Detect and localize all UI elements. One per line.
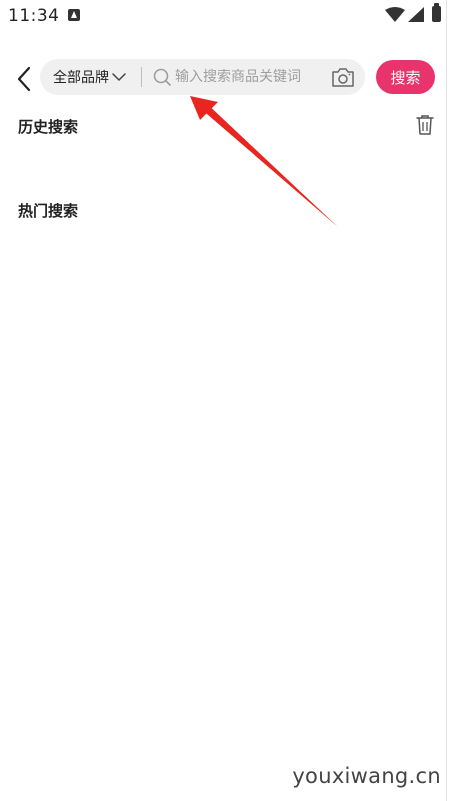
search-button[interactable]: 搜索: [376, 60, 435, 94]
history-search-title: 历史搜索: [18, 118, 79, 136]
watermark: youxiwang.cn: [292, 764, 441, 788]
status-bar: 11:34: [0, 0, 451, 32]
status-time: 11:34: [8, 6, 60, 26]
trash-icon[interactable]: [415, 114, 435, 136]
search-box: 全部品牌: [40, 59, 365, 95]
search-header: 全部品牌 搜索: [0, 58, 451, 98]
search-input[interactable]: [175, 59, 325, 95]
search-icon: [153, 68, 171, 86]
search-divider: [141, 67, 142, 87]
app-notification-icon: [68, 9, 80, 21]
right-edge-line: [446, 0, 447, 801]
annotation-arrow-icon: [190, 96, 338, 227]
chevron-left-icon[interactable]: [12, 62, 38, 96]
chevron-down-icon: [112, 73, 126, 81]
wifi-icon: [385, 7, 405, 22]
hot-search-title: 热门搜索: [18, 202, 79, 220]
cell-signal-icon: [408, 7, 424, 22]
camera-icon[interactable]: [331, 66, 355, 88]
brand-filter-dropdown[interactable]: 全部品牌: [53, 59, 126, 95]
battery-icon: [432, 3, 441, 22]
brand-filter-label: 全部品牌: [53, 70, 109, 86]
